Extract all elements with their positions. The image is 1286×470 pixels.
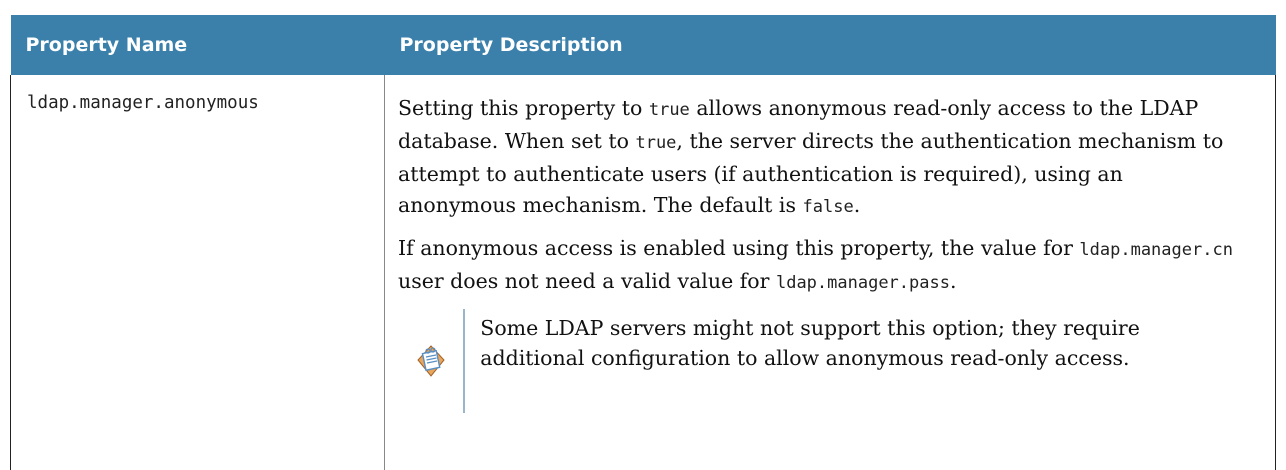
description-paragraph-1: Setting this property to true allows ano… [398,93,1247,223]
inline-code-true: true [635,133,677,153]
property-name-cell: ldap.manager.anonymous [10,75,385,470]
inline-code-false: false [802,197,854,217]
header-property-description: Property Description [384,15,1276,75]
property-name: ldap.manager.anonymous [27,93,259,113]
text-fragment: Setting this property to [398,96,649,120]
note-icon-container [398,344,463,378]
text-fragment: If anonymous access is enabled using thi… [398,236,1080,260]
property-table: Property Name Property Description ldap.… [10,15,1276,470]
property-description-cell: Setting this property to true allows ano… [384,75,1276,470]
text-fragment: . [949,269,957,293]
description-paragraph-2: If anonymous access is enabled using thi… [398,233,1247,299]
note-callout: Some LDAP servers might not support this… [398,309,1247,413]
inline-code-true: true [648,100,690,120]
inline-code-manager-pass: ldap.manager.pass [775,273,950,293]
note-icon [416,345,445,377]
text-fragment: . [853,193,861,217]
text-fragment: user does not need a valid value for [398,269,776,293]
note-text: Some LDAP servers might not support this… [463,309,1247,413]
inline-code-manager-cn: ldap.manager.cn [1079,240,1233,260]
table-row: ldap.manager.anonymous Setting this prop… [10,75,1276,470]
header-property-name: Property Name [10,15,385,75]
table-header-row: Property Name Property Description [10,15,1276,75]
property-table-container: Property Name Property Description ldap.… [0,0,1286,470]
